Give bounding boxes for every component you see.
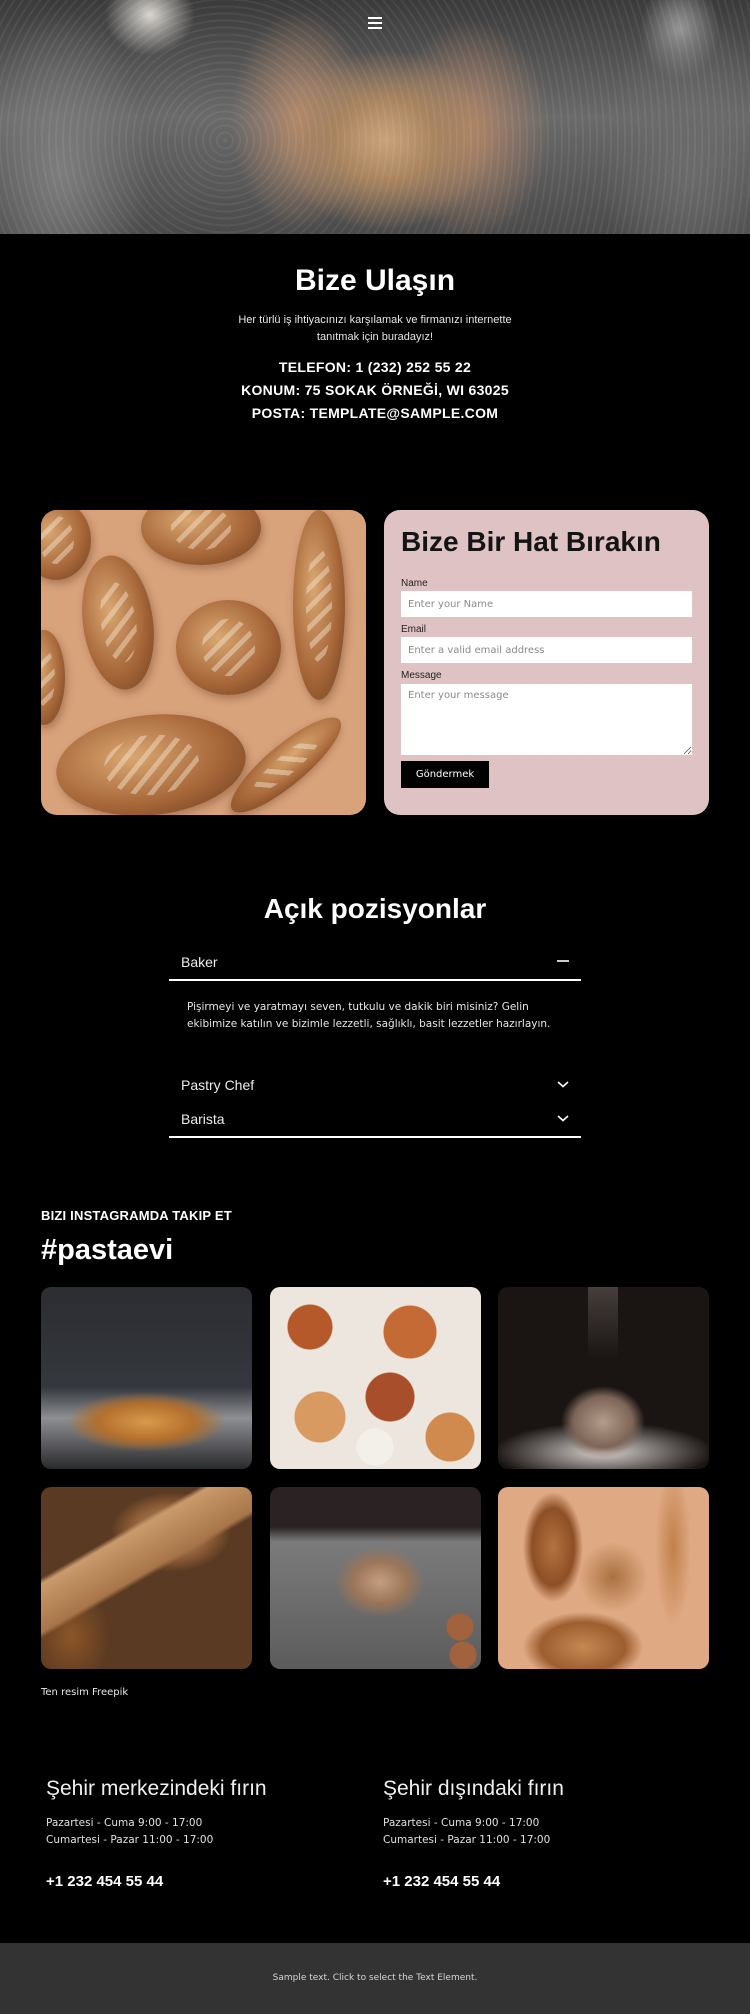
accordion-divider bbox=[169, 979, 581, 981]
accordion-item-baker[interactable]: Baker bbox=[169, 945, 581, 979]
bakery-hours-weekday: Pazartesi - Cuma 9:00 - 17:00 bbox=[46, 1817, 203, 1829]
accordion-label: Barista bbox=[181, 1111, 225, 1127]
accordion-header[interactable]: Pastry Chef bbox=[169, 1068, 581, 1102]
contact-lead: Her türlü iş ihtiyacınızı karşılamak ve … bbox=[238, 314, 512, 343]
positions-title: Açık pozisyonlar bbox=[263, 893, 487, 924]
accordion-item-pastry-chef[interactable]: Pastry Chef bbox=[169, 1068, 581, 1102]
submit-button[interactable]: Göndermek bbox=[401, 761, 489, 788]
chevron-down-icon[interactable] bbox=[555, 1076, 571, 1092]
accordion-divider bbox=[169, 1136, 581, 1138]
hamburger-menu-icon[interactable] bbox=[366, 15, 384, 31]
instagram-kicker: BIZI INSTAGRAMDA TAKIP ET bbox=[41, 1208, 232, 1223]
accordion-body-baker: Pişirmeyi ve yaratmayı seven, tutkulu ve… bbox=[187, 1001, 551, 1030]
email-label: Email bbox=[401, 624, 427, 635]
name-label: Name bbox=[401, 578, 428, 589]
accordion-item-barista[interactable]: Barista bbox=[169, 1102, 581, 1136]
flour-texture bbox=[0, 0, 750, 234]
instagram-hashtag: #pastaevi bbox=[41, 1234, 174, 1266]
accordion-header[interactable]: Barista bbox=[169, 1102, 581, 1136]
contact-title: Bize Ulaşın bbox=[294, 264, 456, 297]
bakery-hours-weekend: Cumartesi - Pazar 11:00 - 17:00 bbox=[383, 1834, 551, 1846]
bakery-title: Şehir dışındaki fırın bbox=[383, 1777, 564, 1800]
bakery-phone[interactable]: +1 232 454 55 44 bbox=[383, 1873, 500, 1890]
form-title: Bize Bir Hat Bırakın bbox=[401, 526, 661, 557]
instagram-tile-croissants[interactable] bbox=[41, 1287, 252, 1469]
accordion-label: Baker bbox=[181, 954, 218, 970]
bakery-phone[interactable]: +1 232 454 55 44 bbox=[46, 1873, 163, 1890]
accordion-label: Pastry Chef bbox=[181, 1077, 255, 1093]
instagram-tile-rustic-bread[interactable] bbox=[41, 1487, 252, 1669]
image-credit: Ten resim Freepik bbox=[41, 1687, 129, 1698]
hero-image bbox=[0, 0, 750, 234]
accordion-header[interactable]: Baker bbox=[169, 945, 581, 979]
bakery-hours-weekend: Cumartesi - Pazar 11:00 - 17:00 bbox=[46, 1834, 214, 1846]
minus-icon[interactable] bbox=[555, 953, 571, 969]
footer: Sample text. Click to select the Text El… bbox=[0, 1943, 750, 2014]
contact-form: Bize Bir Hat Bırakın Name Email Message … bbox=[384, 510, 709, 815]
instagram-tile-bread-loaves[interactable] bbox=[498, 1487, 709, 1669]
contact-location: KONUM: 75 SOKAK ÖRNEĞİ, WI 63025 bbox=[241, 382, 509, 398]
contact-email: POSTA: TEMPLATE@SAMPLE.COM bbox=[251, 405, 499, 421]
chevron-down-icon[interactable] bbox=[555, 1110, 571, 1126]
instagram-tile-kneading[interactable] bbox=[270, 1487, 481, 1669]
message-textarea[interactable] bbox=[401, 684, 692, 755]
bakery-hours-weekday: Pazartesi - Cuma 9:00 - 17:00 bbox=[383, 1817, 540, 1829]
name-input[interactable] bbox=[401, 591, 692, 617]
bakery-title: Şehir merkezindeki fırın bbox=[46, 1777, 267, 1800]
contact-phone: TELEFON: 1 (232) 252 55 22 bbox=[278, 359, 472, 375]
email-input[interactable] bbox=[401, 637, 692, 663]
message-label: Message bbox=[401, 670, 442, 681]
instagram-tile-pastries[interactable] bbox=[270, 1287, 481, 1469]
instagram-tile-flour[interactable] bbox=[498, 1287, 709, 1469]
bread-loaves-image bbox=[41, 510, 366, 815]
footer-text[interactable]: Sample text. Click to select the Text El… bbox=[0, 1973, 750, 1983]
